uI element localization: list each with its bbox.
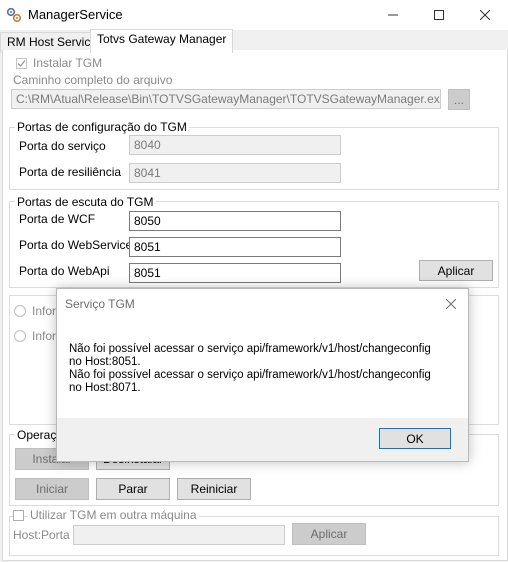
ok-button[interactable]: OK: [379, 428, 451, 449]
webapi-port-input[interactable]: 8051: [129, 263, 341, 283]
browse-button[interactable]: ...: [448, 89, 470, 110]
dialog-title: Serviço TGM: [65, 297, 135, 311]
install-tgm-checkbox[interactable]: [16, 58, 27, 69]
close-icon: [480, 10, 490, 20]
apply-remote-button[interactable]: Aplicar: [292, 523, 366, 545]
restart-button[interactable]: Reiniciar: [177, 478, 251, 500]
host-port-input[interactable]: [73, 525, 285, 545]
minimize-button[interactable]: [370, 0, 416, 30]
dialog-message-line: Não foi possível acessar o serviço api/f…: [69, 369, 431, 381]
app-gears-icon: [6, 7, 22, 23]
install-tgm-label: Instalar TGM: [33, 56, 103, 70]
message-dialog: Serviço TGM Não foi possível acessar o s…: [56, 288, 469, 462]
config-ports-title: Portas de configuração do TGM: [15, 120, 189, 134]
window-title: ManagerService: [28, 7, 123, 22]
close-icon: [446, 299, 456, 309]
title-bar: ManagerService: [0, 0, 508, 30]
dialog-message-line: Não foi possível acessar o serviço api/f…: [69, 343, 431, 355]
maximize-icon: [434, 10, 444, 20]
stop-button[interactable]: Parar: [96, 478, 170, 500]
wcf-port-input[interactable]: 8050: [129, 211, 341, 231]
start-button[interactable]: Iniciar: [15, 478, 89, 500]
apply-ports-button[interactable]: Aplicar: [419, 260, 493, 281]
checkmark-icon: [17, 60, 26, 67]
dialog-message-line: no Host:8071.: [69, 382, 141, 394]
dialog-message-line: no Host:8051.: [69, 356, 141, 368]
info-radio-1[interactable]: [14, 305, 26, 317]
maximize-button[interactable]: [416, 0, 462, 30]
service-port-input[interactable]: 8040: [129, 135, 341, 155]
resilience-port-input[interactable]: 8041: [129, 163, 341, 183]
info-radio-2[interactable]: [14, 330, 26, 342]
service-port-label: Porta do serviço: [19, 139, 106, 153]
remote-tgm-checkbox[interactable]: [13, 510, 24, 521]
dialog-message: Não foi possível acessar o serviço api/f…: [69, 343, 431, 395]
resilience-port-label: Porta de resiliência: [19, 165, 122, 179]
tab-totvs-gateway-manager[interactable]: Totvs Gateway Manager: [90, 29, 234, 53]
remote-tgm-label: Utilizar TGM em outra máquina: [28, 508, 199, 522]
wcf-port-label: Porta de WCF: [19, 212, 96, 226]
listen-ports-title: Portas de escuta do TGM: [15, 195, 156, 209]
webservice-port-label: Porta do WebService: [19, 238, 133, 252]
dialog-footer: OK: [57, 418, 468, 461]
close-button[interactable]: [462, 0, 508, 30]
path-label: Caminho completo do arquivo: [13, 73, 173, 87]
minimize-icon: [388, 14, 398, 16]
webservice-port-input[interactable]: 8051: [129, 237, 341, 257]
host-port-label: Host:Porta: [13, 528, 70, 542]
path-input[interactable]: C:\RM\Atual\Release\Bin\TOTVSGatewayMana…: [11, 89, 441, 109]
webapi-port-label: Porta do WebApi: [19, 264, 110, 278]
dialog-close-button[interactable]: [441, 295, 461, 313]
